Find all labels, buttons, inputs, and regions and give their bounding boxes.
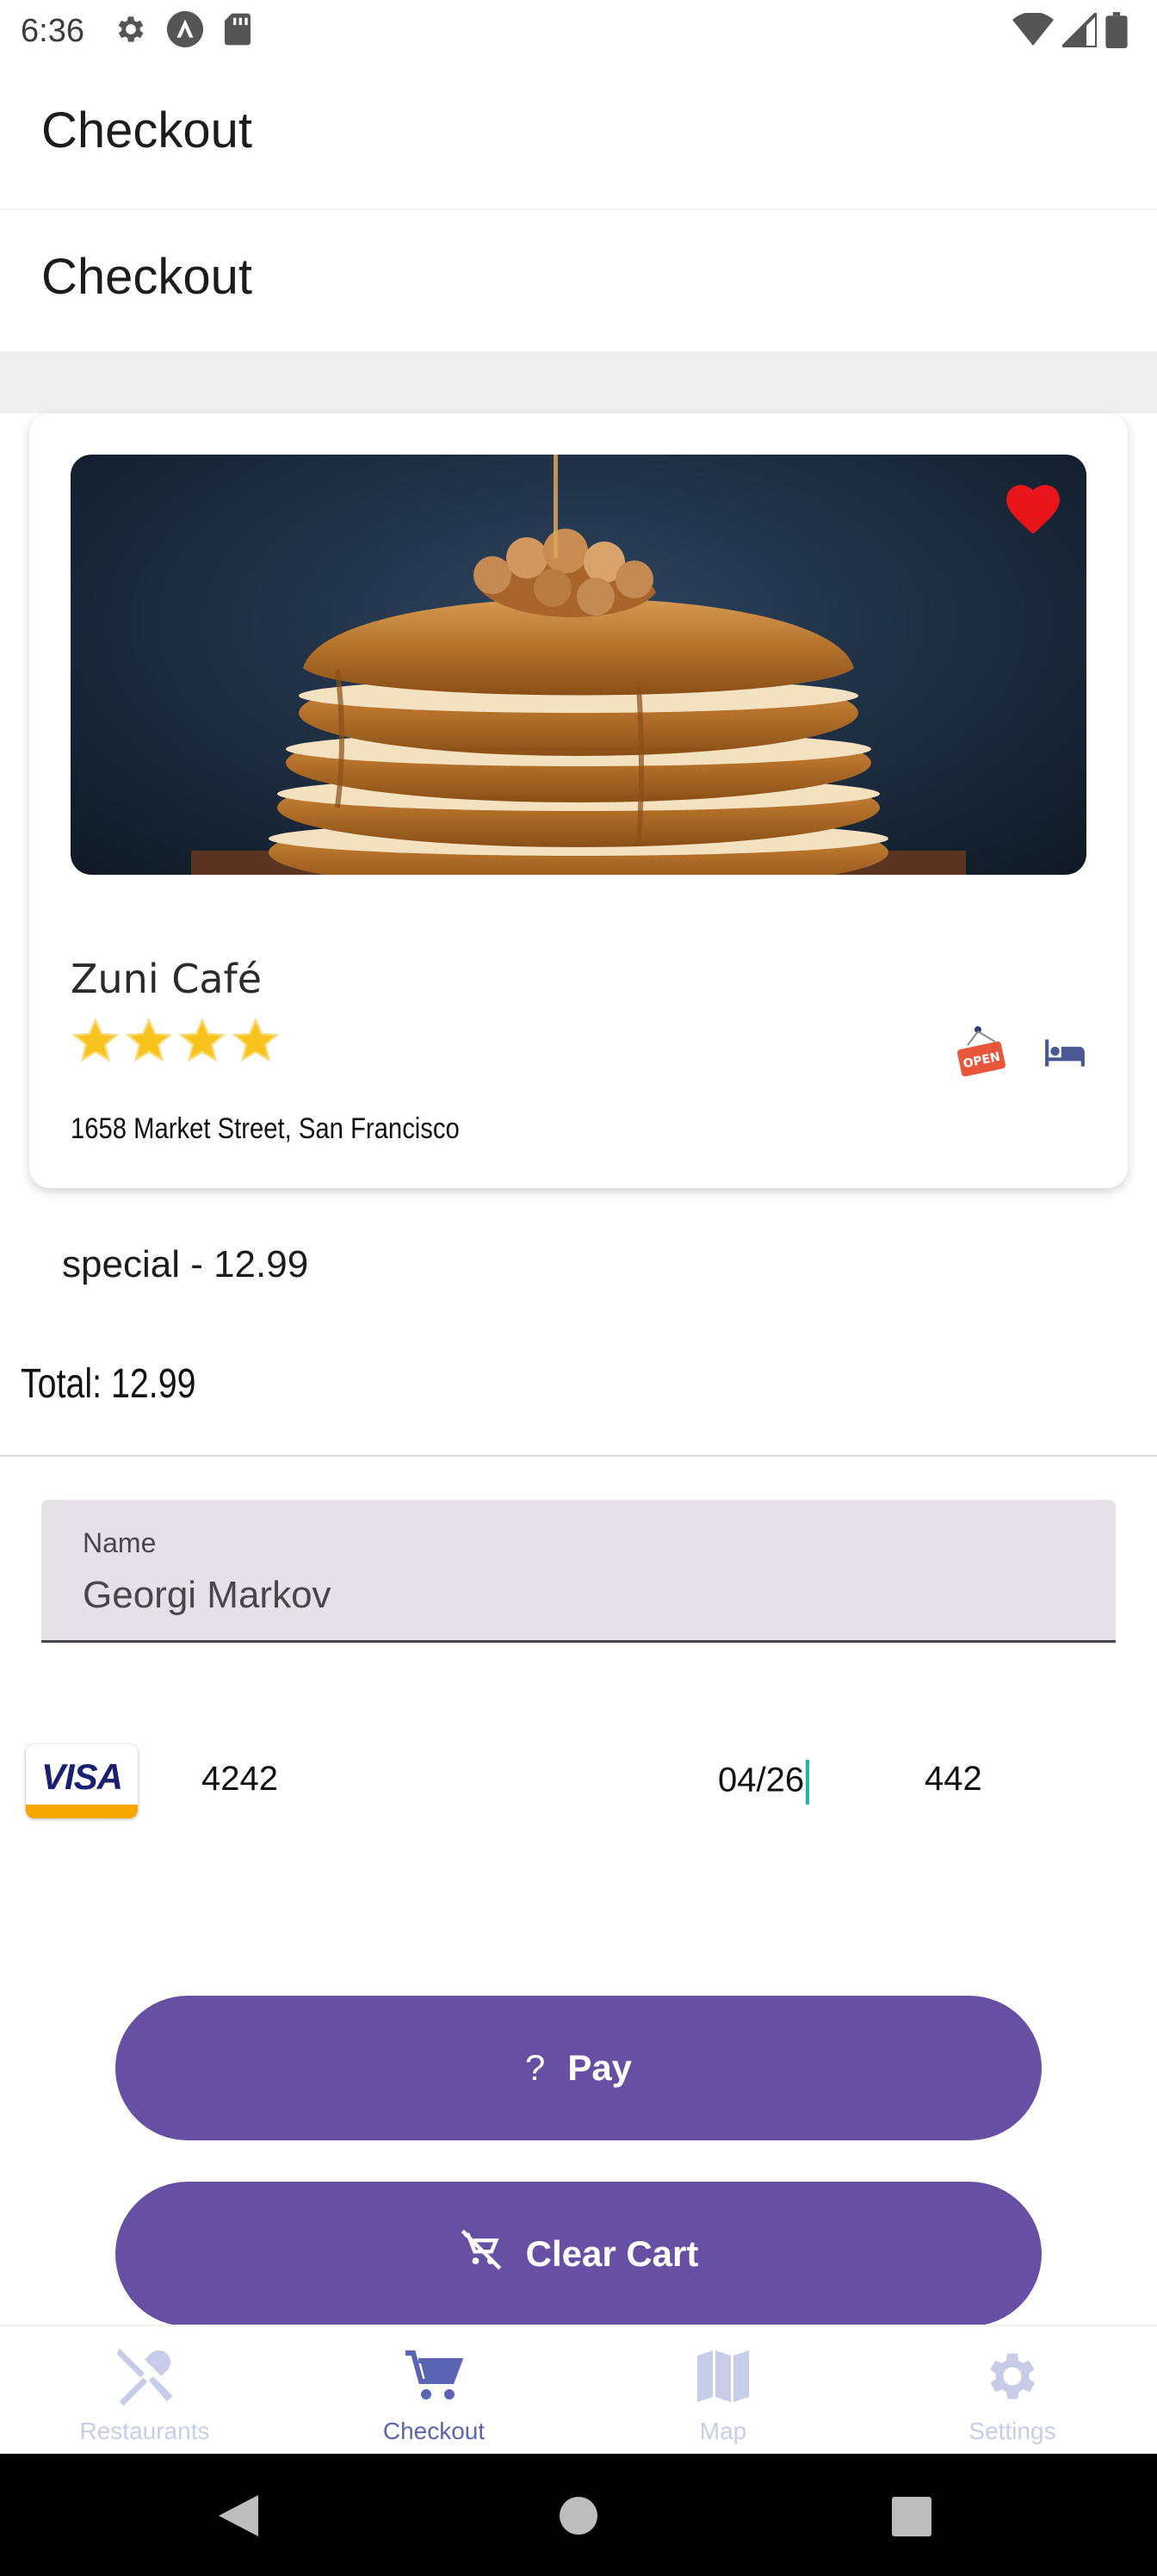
cart-icon bbox=[403, 2342, 465, 2411]
card-expiry-field[interactable]: 04/26 bbox=[718, 1760, 810, 1805]
total-divider bbox=[0, 1455, 1157, 1457]
nav-item-map[interactable]: Map bbox=[578, 2326, 868, 2455]
section-separator bbox=[0, 351, 1157, 413]
battery-icon bbox=[1105, 12, 1128, 53]
clear-cart-button-label: Clear Cart bbox=[525, 2233, 699, 2274]
visa-logo: VISA bbox=[26, 1744, 138, 1818]
pay-button[interactable]: ? Pay bbox=[115, 1996, 1042, 2140]
card-number-field[interactable]: 4242 bbox=[201, 1760, 278, 1799]
favorite-heart-icon[interactable] bbox=[1000, 477, 1066, 540]
visa-stripe bbox=[26, 1805, 138, 1818]
star-icon bbox=[71, 1016, 121, 1070]
bed-icon bbox=[1043, 1035, 1086, 1074]
card-expiry-value: 04/26 bbox=[718, 1761, 805, 1799]
restaurant-card[interactable]: Zuni Café OPEN 1658 Market Street, San F… bbox=[29, 413, 1128, 1188]
rating-stars bbox=[71, 1016, 281, 1070]
star-icon bbox=[177, 1016, 227, 1070]
name-field[interactable]: Name Georgi Markov bbox=[41, 1500, 1116, 1643]
app-bar-title: Checkout bbox=[41, 102, 253, 158]
nav-label-settings: Settings bbox=[968, 2418, 1056, 2444]
wifi-icon bbox=[1012, 11, 1054, 52]
restaurant-name: Zuni Café bbox=[71, 956, 263, 1002]
name-field-label: Name bbox=[83, 1527, 157, 1558]
cart-total: Total: 12.99 bbox=[21, 1361, 196, 1407]
pancake-stack-image bbox=[191, 455, 966, 875]
system-navigation-bar bbox=[0, 2454, 1157, 2576]
map-icon bbox=[692, 2342, 754, 2411]
status-time: 6:36 bbox=[21, 12, 84, 49]
status-bar: 6:36 bbox=[0, 0, 1157, 62]
card-cvc-field[interactable]: 442 bbox=[925, 1760, 982, 1799]
text-cursor bbox=[806, 1760, 810, 1805]
nav-label-checkout: Checkout bbox=[382, 2418, 486, 2444]
utensils-icon bbox=[111, 2342, 178, 2411]
help-icon: ? bbox=[524, 2047, 546, 2088]
sd-card-icon bbox=[222, 12, 253, 51]
recents-icon[interactable] bbox=[892, 2497, 931, 2536]
nav-label-map: Map bbox=[699, 2418, 747, 2444]
settings-icon bbox=[114, 12, 148, 51]
home-icon[interactable] bbox=[560, 2497, 597, 2535]
nav-item-settings[interactable]: Settings bbox=[868, 2326, 1157, 2455]
back-icon[interactable] bbox=[219, 2495, 258, 2536]
pay-button-label: Pay bbox=[567, 2047, 633, 2088]
app-bar-divider bbox=[0, 208, 1157, 210]
restaurant-image bbox=[71, 455, 1086, 875]
gear-icon bbox=[981, 2342, 1043, 2411]
star-icon bbox=[231, 1016, 281, 1070]
card-input-row[interactable]: VISA 4242 04/26 442 bbox=[0, 1739, 1157, 1825]
clear-cart-button[interactable]: Clear Cart bbox=[115, 2182, 1042, 2326]
visa-brand-text: VISA bbox=[40, 1756, 123, 1797]
star-icon bbox=[124, 1016, 174, 1070]
bottom-navigation: Restaurants Checkout Map Settings bbox=[0, 2325, 1157, 2454]
signal-icon bbox=[1058, 9, 1098, 52]
nav-label-restaurants: Restaurants bbox=[79, 2418, 210, 2444]
nav-item-restaurants[interactable]: Restaurants bbox=[0, 2326, 289, 2455]
remove-cart-icon bbox=[459, 2227, 504, 2281]
page-title: Checkout bbox=[41, 249, 253, 305]
restaurant-address: 1658 Market Street, San Francisco bbox=[71, 1112, 460, 1145]
open-sign-icon: OPEN bbox=[954, 1025, 1009, 1084]
cart-item: special - 12.99 bbox=[62, 1243, 309, 1285]
a-circle-icon bbox=[165, 9, 205, 53]
nav-item-checkout[interactable]: Checkout bbox=[289, 2326, 578, 2455]
name-field-value[interactable]: Georgi Markov bbox=[83, 1574, 331, 1617]
